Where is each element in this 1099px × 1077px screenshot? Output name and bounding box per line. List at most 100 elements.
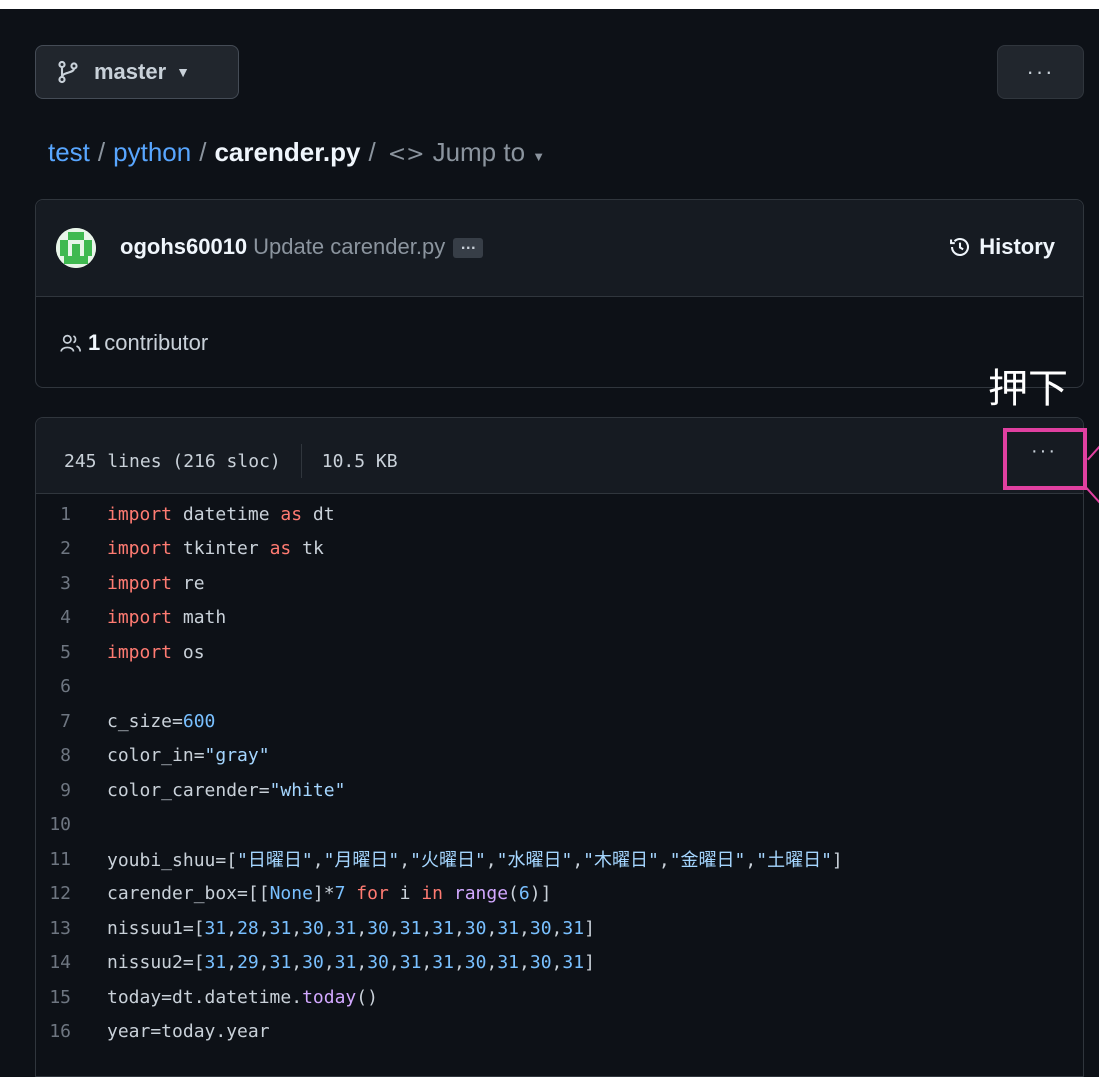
code-token: , [551,917,563,939]
code-token: , [572,850,584,872]
git-branch-icon [58,60,78,84]
file-info: 245 lines (216 sloc) 10.5 KB [64,444,398,478]
code-token: "金曜日" [669,850,746,872]
history-label: History [979,234,1055,259]
line-number[interactable]: 1 [36,504,107,525]
line-number[interactable]: 9 [36,780,107,801]
file-size: 10.5 KB [321,450,398,472]
code-token: import [107,538,173,560]
code-text: today=dt.datetime.today() [107,987,378,1008]
code-token: 31 [204,917,227,939]
code-text: year=today.year [107,1021,270,1042]
code-line: 6 [36,670,1083,705]
code-token: import [107,607,173,629]
line-number[interactable]: 4 [36,607,107,628]
code-token: , [291,917,303,939]
code-token: , [421,952,433,974]
code-token: 30 [367,917,389,939]
code-token: , [226,917,238,939]
code-token: , [323,917,335,939]
expand-commit-button[interactable]: … [453,237,484,259]
top-strip [0,0,1099,9]
code-text: import re [107,573,205,594]
avatar[interactable] [56,228,96,268]
line-number[interactable]: 15 [36,987,107,1008]
code-text: import tkinter as tk [107,538,324,559]
code-token: 600 [182,710,216,732]
code-token: ] [584,952,595,974]
jump-to-label: Jump to [432,136,526,167]
line-number[interactable]: 6 [36,676,107,697]
line-number[interactable]: 7 [36,711,107,732]
code-text: import math [107,607,226,628]
line-number[interactable]: 3 [36,573,107,594]
history-icon [950,238,970,256]
code-token: ] [831,850,843,872]
breadcrumb-folder-link[interactable]: python [113,137,191,168]
code-token: import [107,641,173,663]
code-token: )] [529,883,552,905]
code-token: () [356,986,378,1008]
code-token: range [453,883,509,905]
branch-select-button[interactable]: master ▼ [35,45,239,99]
code-token: math [172,607,227,629]
breadcrumb-separator: / [199,136,207,167]
code-text: color_carender="white" [107,780,345,801]
line-number[interactable]: 5 [36,642,107,663]
code-line: 13 nissuu1=[31,28,31,30,31,30,31,31,30,31… [36,911,1083,946]
code-token: , [356,917,368,939]
code-token: as [269,538,292,560]
code-text: c_size=600 [107,711,215,732]
code-token: for [356,883,389,905]
line-number[interactable]: 10 [36,814,107,835]
code-token: , [399,850,411,872]
code-token: , [312,850,324,872]
line-number[interactable]: 2 [36,538,107,559]
contributors-link[interactable]: 1 contributor [60,330,208,356]
code-token: 31 [269,917,292,939]
code-line: 3 import re [36,566,1083,601]
code-icon: <> [387,141,425,167]
code-token: import [107,572,173,594]
commit-message[interactable]: Update carender.py [253,234,445,259]
code-token: , [519,952,530,974]
code-line: 12 carender_box=[[None]*7 for i in range(… [36,877,1083,912]
code-text: nissuu1=[31,28,31,30,31,30,31,31,30,31,3… [107,918,595,939]
divider [300,444,302,478]
code-token: 30 [367,952,389,974]
code-line: 10 [36,808,1083,843]
code-token: import [107,503,173,525]
line-number[interactable]: 14 [36,952,107,973]
commit-author[interactable]: ogohs60010 Update carender.py … [120,234,484,260]
jump-to-menu[interactable]: <> Jump to ▼ [388,137,545,168]
code-token: youbi_shuu=[ [107,850,238,872]
code-token: "水曜日" [496,850,573,872]
code-token: 30 [302,917,324,939]
code-token: 6 [518,883,530,905]
line-number[interactable]: 16 [36,1021,107,1042]
code-token: , [258,917,270,939]
commit-author-name: ogohs60010 [120,234,248,259]
code-token: carender_box=[[ [107,883,270,905]
code-line: 8 color_in="gray" [36,739,1083,774]
code-token: 31 [399,952,422,974]
breadcrumb-repo-link[interactable]: test [48,137,90,168]
code-token: i [388,883,422,905]
more-options-button[interactable]: ··· [997,45,1084,99]
code-line: 9 color_carender="white" [36,773,1083,808]
code-token: 31 [334,917,357,939]
code-token: ] [584,917,595,939]
code-token: color_carender= [107,779,270,801]
line-number[interactable]: 13 [36,918,107,939]
code-token: 31 [432,917,454,939]
line-number[interactable]: 8 [36,745,107,766]
code-text: carender_box=[[None]*7 for i in range(6)… [107,883,551,904]
code-line: 2 import tkinter as tk [36,532,1083,567]
breadcrumb-separator: / [97,136,106,167]
code-line: 7 c_size=600 [36,704,1083,739]
caret-down-icon: ▼ [532,148,546,164]
code-token: , [486,917,498,939]
line-number[interactable]: 12 [36,883,107,904]
history-link[interactable]: History [949,234,1055,260]
line-number[interactable]: 11 [36,849,107,870]
